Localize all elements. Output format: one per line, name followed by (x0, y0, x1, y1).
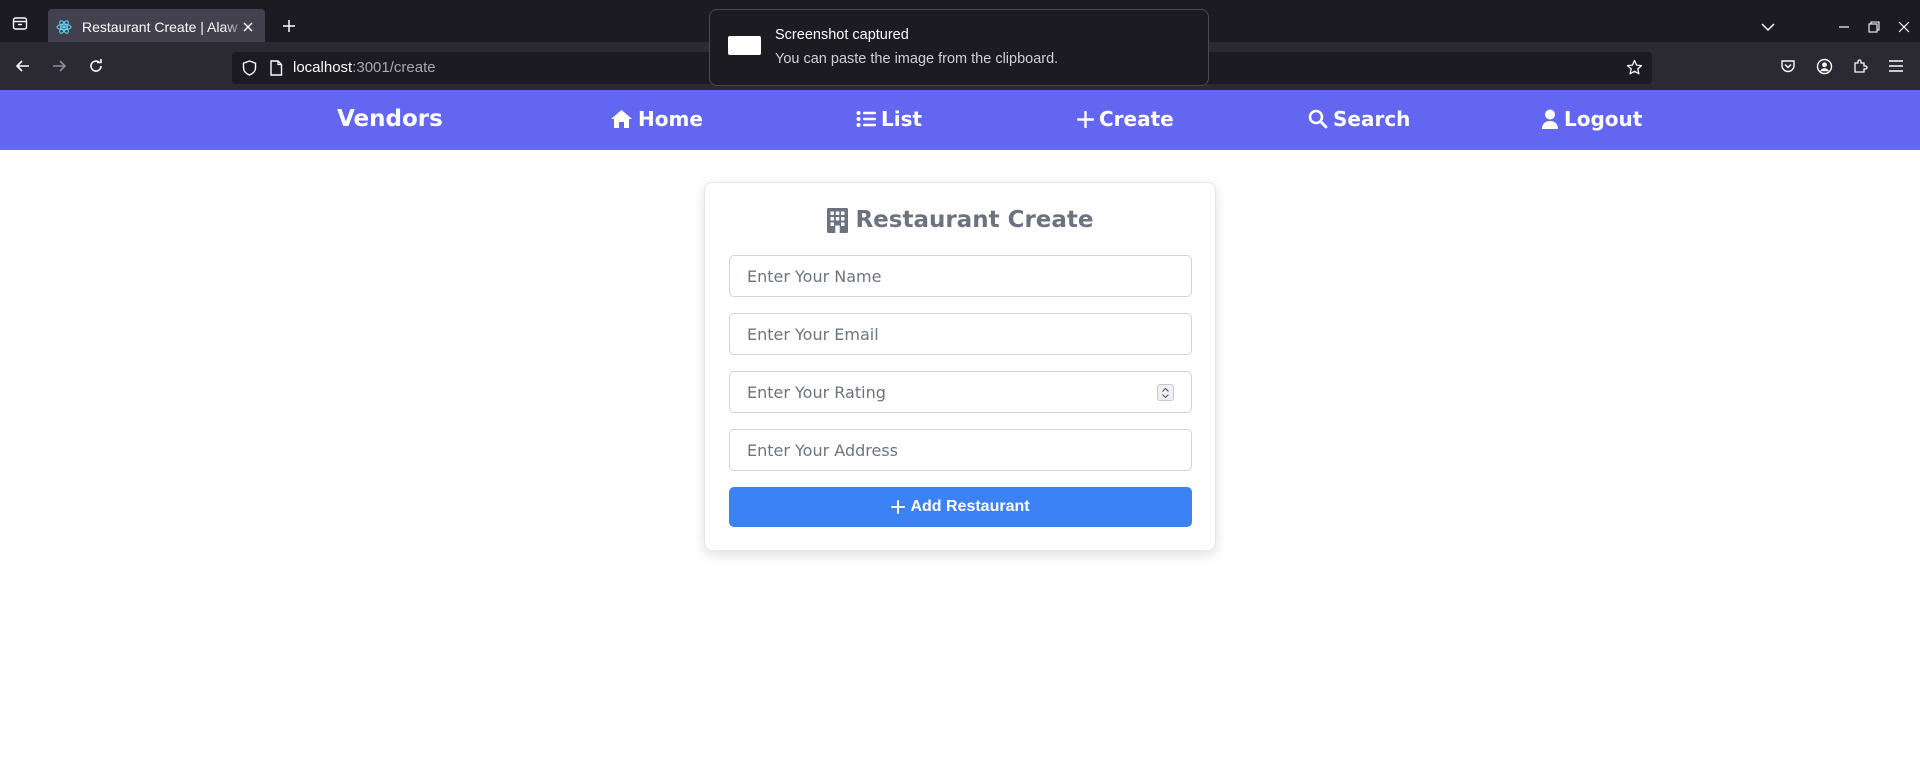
toast-title: Screenshot captured (775, 27, 909, 43)
restore-icon[interactable] (1864, 17, 1884, 37)
page-title: Restaurant Create (705, 207, 1215, 233)
nav-create-label: Create (1099, 107, 1174, 131)
browser-tab-active[interactable]: Restaurant Create | Alaw (48, 9, 265, 45)
extensions-icon[interactable] (1848, 54, 1872, 78)
name-input[interactable] (730, 256, 1191, 296)
home-icon (611, 110, 632, 128)
toast-message: You can paste the image from the clipboa… (775, 51, 1059, 67)
address-input[interactable] (730, 430, 1191, 470)
nav-logout-link[interactable]: Logout (1541, 107, 1642, 131)
tab-list-icon[interactable] (10, 13, 30, 33)
close-window-icon[interactable] (1894, 17, 1914, 37)
screenshot-thumbnail (728, 36, 761, 55)
pocket-icon[interactable] (1776, 54, 1800, 78)
nav-list-link[interactable]: List (856, 107, 922, 131)
stepper-arrows-icon (1162, 387, 1169, 398)
url-host: localhost (293, 59, 353, 76)
nav-create-link[interactable]: Create (1077, 107, 1174, 131)
menu-hamburger-icon[interactable] (1884, 54, 1908, 78)
rating-input[interactable] (730, 372, 1191, 412)
plus-icon (891, 500, 906, 514)
minimize-icon[interactable] (1834, 17, 1854, 37)
add-restaurant-label: Add Restaurant (910, 498, 1030, 515)
forward-arrow-icon[interactable] (47, 54, 71, 78)
close-tab-icon[interactable] (239, 18, 257, 36)
user-icon (1542, 109, 1558, 129)
url-path: :3001/create (352, 59, 436, 76)
tab-title: Restaurant Create | Alaw (82, 19, 238, 35)
app-navbar: Vendors Home List Create Search Logout (0, 90, 1920, 150)
shield-icon[interactable] (242, 60, 257, 80)
address-field (729, 429, 1192, 471)
react-favicon-icon (56, 20, 72, 34)
new-tab-icon[interactable] (280, 17, 298, 35)
name-field (729, 255, 1192, 297)
account-icon[interactable] (1812, 54, 1836, 78)
screenshot-toast: Screenshot captured You can paste the im… (709, 9, 1209, 86)
nav-home-label: Home (638, 107, 703, 131)
email-field (729, 313, 1192, 355)
reload-icon[interactable] (84, 54, 108, 78)
card-title-text: Restaurant Create (855, 207, 1094, 233)
list-icon (856, 111, 876, 127)
page-info-icon[interactable] (269, 60, 283, 80)
nav-home-link[interactable]: Home (610, 107, 703, 131)
rating-stepper[interactable] (1157, 384, 1174, 401)
rating-field (729, 371, 1192, 413)
plus-icon (1077, 110, 1094, 128)
nav-list-label: List (881, 107, 923, 131)
url-text: localhost:3001/create (293, 59, 436, 76)
nav-logout-label: Logout (1564, 107, 1643, 131)
bookmark-star-icon[interactable] (1626, 59, 1643, 80)
email-input[interactable] (730, 314, 1191, 354)
back-arrow-icon[interactable] (11, 54, 35, 78)
nav-search-link[interactable]: Search (1308, 107, 1410, 131)
brand-link[interactable]: Vendors (337, 106, 443, 132)
building-icon (827, 207, 849, 233)
nav-search-label: Search (1333, 107, 1411, 131)
restaurant-create-card: Restaurant Create Add Restaurant (704, 182, 1216, 551)
list-all-tabs-icon[interactable] (1758, 17, 1778, 37)
search-icon (1308, 109, 1328, 129)
add-restaurant-button[interactable]: Add Restaurant (729, 487, 1192, 527)
